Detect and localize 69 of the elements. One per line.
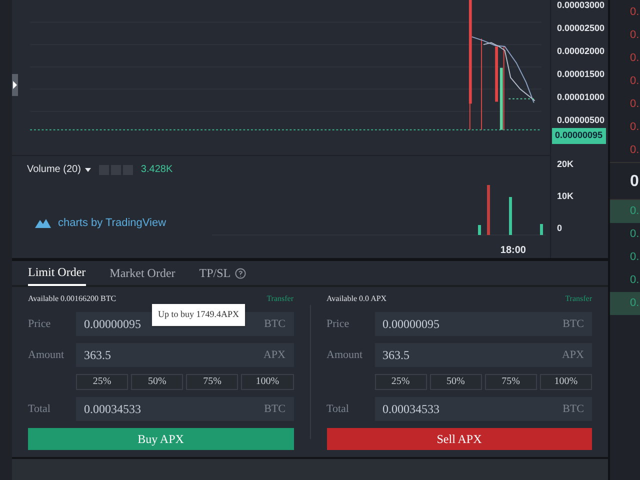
price-level-line bbox=[508, 98, 534, 100]
order-tab[interactable]: TP/SL bbox=[199, 260, 231, 286]
field-label: Total bbox=[28, 402, 52, 417]
order-book-price: 0. bbox=[629, 28, 640, 43]
percent-button[interactable]: 100% bbox=[241, 374, 294, 390]
percent-button[interactable]: 75% bbox=[186, 374, 238, 390]
price-axis-label: 0.00003000 bbox=[557, 0, 605, 12]
moving-average-line bbox=[471, 36, 534, 104]
input-field[interactable]: 363.5 APX bbox=[76, 343, 294, 367]
available-balance: Available 0.00166200 BTC bbox=[28, 293, 116, 305]
order-book-price: 0. bbox=[629, 120, 640, 135]
input-field[interactable]: 0.00034533 BTC bbox=[76, 397, 294, 421]
time-label: 18:00 bbox=[500, 244, 526, 258]
percent-button[interactable]: 25% bbox=[76, 374, 128, 390]
percent-button[interactable]: 100% bbox=[540, 374, 592, 390]
transfer-link[interactable]: Transfer bbox=[266, 293, 294, 305]
unit-label: APX bbox=[263, 348, 286, 363]
price-axis-label: 0.00000500 bbox=[557, 114, 605, 127]
buy-button[interactable]: Buy APX bbox=[28, 428, 294, 450]
available-balance: Available 0.0 APX bbox=[326, 293, 387, 305]
moving-average-line bbox=[482, 42, 536, 102]
field-label: Amount bbox=[326, 348, 364, 363]
order-tab[interactable]: Limit Order bbox=[28, 260, 86, 286]
caret-icon[interactable] bbox=[84, 168, 91, 172]
candle bbox=[495, 46, 498, 102]
price-axis-label: 0.00002500 bbox=[557, 22, 605, 35]
unit-label: BTC bbox=[264, 316, 286, 332]
order-book-price: 0. bbox=[629, 250, 640, 265]
order-tab[interactable]: Market Order bbox=[110, 260, 176, 286]
field-label: Price bbox=[28, 316, 52, 332]
order-book-price: 0. bbox=[629, 51, 640, 66]
volume-axis-label: 0 bbox=[557, 222, 562, 235]
price-axis-label: 0.00001000 bbox=[557, 91, 605, 104]
transfer-link[interactable]: Transfer bbox=[565, 293, 592, 305]
unit-label: BTC bbox=[562, 402, 584, 417]
field-label: Price bbox=[326, 316, 350, 332]
percent-button[interactable]: 25% bbox=[374, 374, 427, 390]
order-book-price: 0. bbox=[629, 97, 640, 112]
help-icon[interactable] bbox=[234, 268, 246, 278]
order-book-price: 0. bbox=[610, 292, 640, 315]
order-book-price: 0. bbox=[629, 74, 640, 89]
percent-button[interactable]: 50% bbox=[430, 374, 482, 390]
field-label: Total bbox=[326, 402, 350, 417]
volume-label[interactable]: Volume (20) bbox=[27, 162, 81, 177]
field-label: Amount bbox=[28, 348, 66, 363]
volume-value: 3.428K bbox=[140, 163, 173, 177]
input-field[interactable]: 0.00000095 BTC bbox=[374, 312, 592, 336]
order-book-price: 0. bbox=[629, 143, 640, 158]
tooltip: Up to buy 1749.4APX bbox=[152, 304, 246, 326]
volume-axis-label: 20K bbox=[557, 158, 574, 171]
attribution-link[interactable]: charts by TradingView bbox=[58, 214, 166, 231]
unit-label: APX bbox=[562, 348, 584, 363]
unit-label: BTC bbox=[264, 402, 286, 417]
unit-label: BTC bbox=[562, 316, 584, 332]
price-axis-label: 0.00001500 bbox=[557, 68, 605, 81]
order-book-price: 0. bbox=[629, 227, 640, 242]
input-field[interactable]: 0.00034533 BTC bbox=[374, 397, 592, 421]
order-book-price: 0. bbox=[629, 273, 640, 288]
order-book-price: 0. bbox=[610, 200, 640, 223]
order-book-price: 0. bbox=[629, 5, 640, 20]
sell-button[interactable]: Sell APX bbox=[326, 428, 592, 450]
panel-handle-icon[interactable] bbox=[12, 74, 18, 96]
cloud-logo-icon[interactable] bbox=[34, 216, 52, 229]
volume-axis-label: 10K bbox=[557, 190, 574, 203]
price-axis-label: 0.00002000 bbox=[557, 45, 605, 58]
input-field[interactable]: 363.5 APX bbox=[374, 343, 592, 367]
percent-button[interactable]: 75% bbox=[484, 374, 537, 390]
last-price-tag: 0.00000095 bbox=[552, 128, 606, 144]
percent-button[interactable]: 50% bbox=[131, 374, 184, 390]
